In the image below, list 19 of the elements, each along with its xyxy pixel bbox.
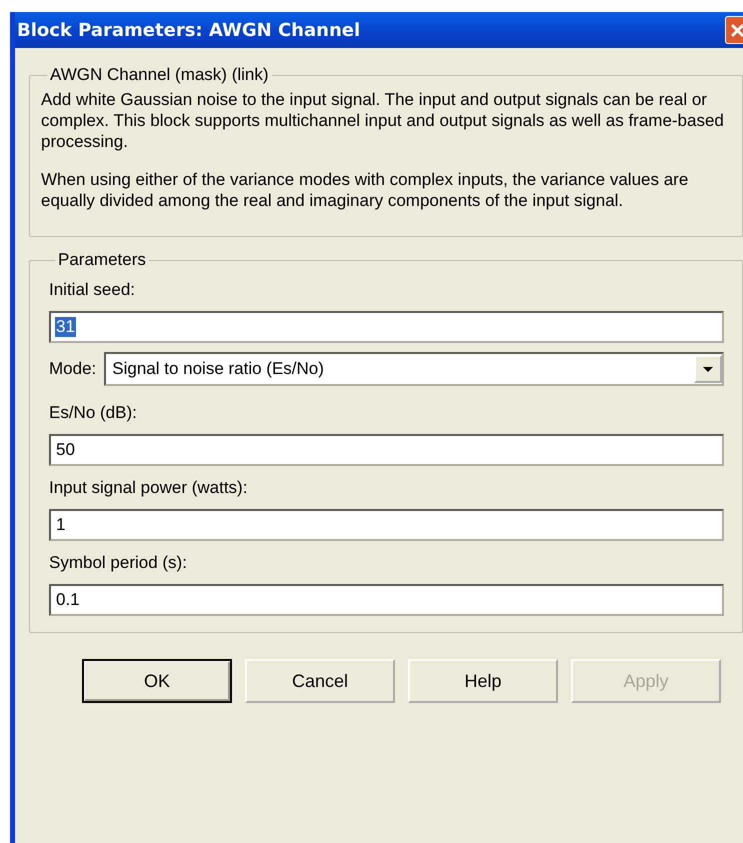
input-field[interactable]: 1 [49,509,724,541]
description-text: When using either of the variance modes with complex inputs, the variance values are equally divided among the real and imaginary components of the input signal. [41,169,690,211]
field-label: Symbol period (s): [49,553,187,573]
input-field[interactable]: 31 [49,311,724,343]
close-icon[interactable] [725,16,743,44]
field-label: Input signal power (watts): [49,478,248,498]
mode-dropdown[interactable]: Signal to noise ratio (Es/No) [104,352,724,386]
group-title: Parameters [57,250,147,270]
dialog-button[interactable]: Help [408,659,558,703]
dialog-button[interactable]: Cancel [245,659,395,703]
input-field[interactable]: 50 [49,434,724,466]
description-text: Add white Gaussian noise to the input signal. The input and output signals can be real or complex. This block supports multichannel input and output signals as well as frame-based processing. [41,89,725,152]
dialog-button[interactable]: OK [82,659,232,703]
window-title: Block Parameters: AWGN Channel [17,20,360,40]
field-label: Mode: [49,359,96,379]
group-title: AWGN Channel (mask) (link) [49,65,270,85]
input-field[interactable]: 0.1 [49,584,724,616]
field-label: Es/No (dB): [49,403,137,423]
field-label: Initial seed: [49,280,135,300]
